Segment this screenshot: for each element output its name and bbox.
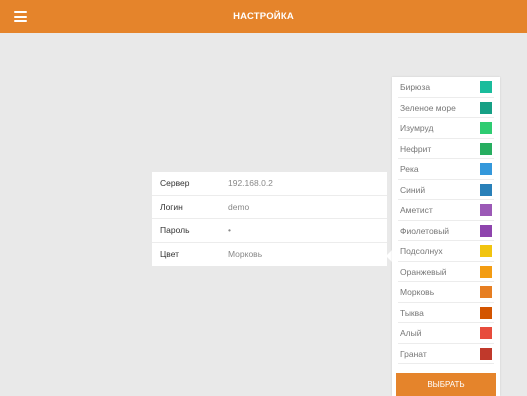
color-option-name: Бирюза: [400, 82, 431, 92]
color-option[interactable]: Изумруд: [398, 118, 494, 139]
color-swatch: [480, 265, 492, 278]
color-swatch: [480, 306, 492, 319]
color-list: Бирюза Зеленое море Изумруд Нефрит Река …: [392, 77, 500, 364]
login-value[interactable]: demo: [228, 196, 249, 220]
color-swatch: [480, 142, 492, 155]
color-option-name: Тыква: [400, 307, 424, 318]
color-swatch: [480, 347, 492, 360]
color-swatch: [480, 101, 492, 114]
color-option[interactable]: Река: [398, 159, 494, 180]
color-option[interactable]: Алый: [398, 323, 494, 344]
password-label: Пароль: [160, 225, 190, 235]
top-app-bar: НАСТРОЙКА: [0, 0, 527, 33]
color-option[interactable]: Морковь: [398, 282, 494, 303]
server-label: Сервер: [160, 178, 190, 188]
settings-form: Сервер 192.168.0.2 Логин demo Пароль • Ц…: [152, 172, 387, 266]
color-swatch: [480, 183, 492, 196]
color-option-name: Аметист: [400, 205, 433, 215]
color-swatch: [480, 81, 492, 93]
color-option[interactable]: Фиолетовый: [398, 221, 494, 241]
server-value[interactable]: 192.168.0.2: [228, 172, 273, 196]
color-option[interactable]: Нефрит: [398, 139, 494, 159]
color-option-name: Зеленое море: [400, 102, 456, 113]
color-option-name: Подсолнух: [400, 246, 443, 256]
page-title: НАСТРОЙКА: [233, 11, 294, 22]
select-button[interactable]: ВЫБРАТЬ: [396, 373, 496, 396]
color-option[interactable]: Аметист: [398, 200, 494, 221]
color-option[interactable]: Гранат: [398, 344, 494, 364]
color-option[interactable]: Оранжевый: [398, 262, 494, 282]
color-option-name: Изумруд: [400, 123, 434, 133]
color-option-name: Гранат: [400, 348, 427, 359]
color-option[interactable]: Подсолнух: [398, 241, 494, 262]
color-swatch: [480, 224, 492, 237]
color-value[interactable]: Морковь: [228, 243, 262, 267]
login-label: Логин: [160, 201, 183, 212]
color-swatch: [480, 327, 492, 339]
color-option-name: Фиолетовый: [400, 225, 450, 236]
color-label: Цвет: [160, 248, 180, 259]
color-option[interactable]: Бирюза: [398, 77, 494, 98]
color-option-name: Нефрит: [400, 143, 432, 154]
color-option[interactable]: Тыква: [398, 303, 494, 323]
color-option-name: Алый: [400, 328, 422, 338]
color-option-name: Синий: [400, 184, 426, 195]
color-swatch: [480, 245, 492, 257]
color-option[interactable]: Синий: [398, 180, 494, 200]
password-row[interactable]: Пароль •: [152, 219, 387, 243]
color-picker-popover: Бирюза Зеленое море Изумруд Нефрит Река …: [392, 77, 500, 396]
color-option-name: Оранжевый: [400, 266, 447, 277]
color-swatch: [480, 163, 492, 175]
color-row[interactable]: Цвет Морковь: [152, 243, 387, 267]
server-row[interactable]: Сервер 192.168.0.2: [152, 172, 387, 196]
login-row[interactable]: Логин demo: [152, 196, 387, 220]
color-swatch: [480, 122, 492, 134]
color-option-name: Морковь: [400, 287, 435, 297]
color-swatch: [480, 286, 492, 298]
color-swatch: [480, 204, 492, 216]
color-option-name: Река: [400, 164, 419, 174]
password-value[interactable]: •: [228, 219, 231, 243]
color-option[interactable]: Зеленое море: [398, 98, 494, 118]
